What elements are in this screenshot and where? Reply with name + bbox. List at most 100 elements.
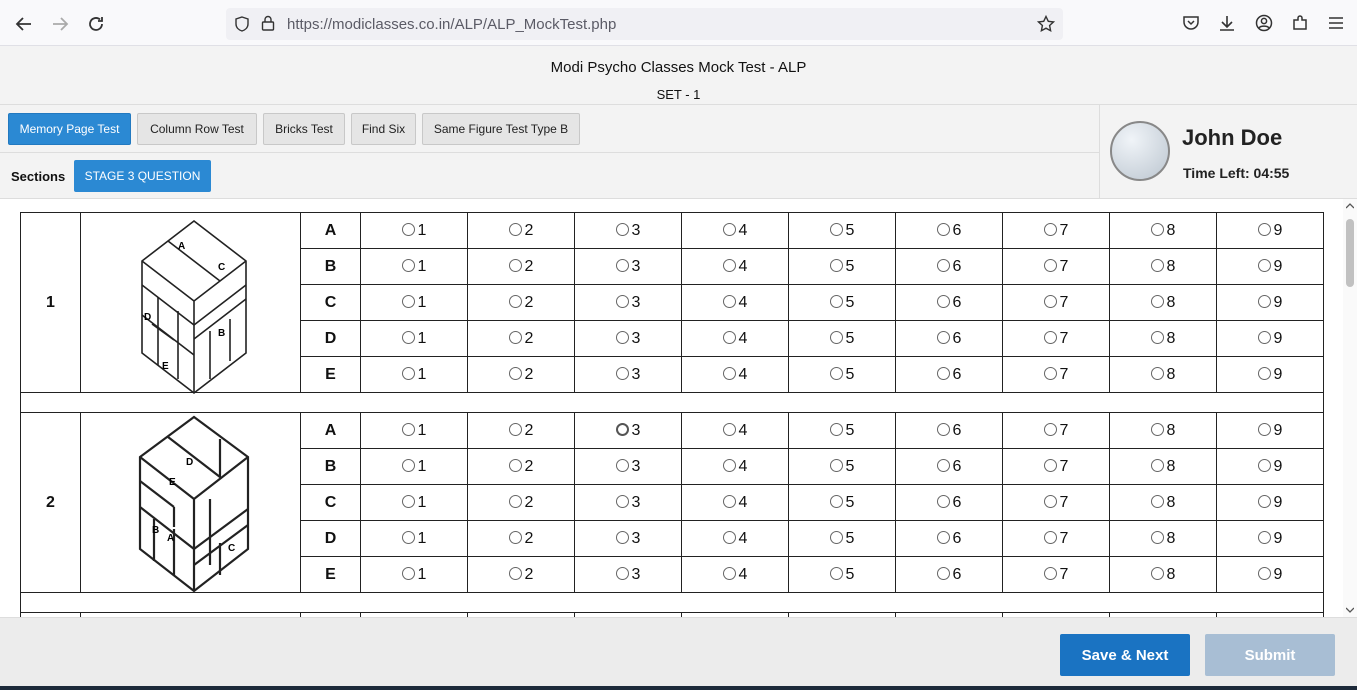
radio-option[interactable] <box>1043 458 1057 472</box>
radio-option[interactable] <box>615 422 629 436</box>
radio-option[interactable] <box>401 258 415 272</box>
save-next-button[interactable]: Save & Next <box>1060 634 1190 676</box>
radio-option[interactable] <box>1150 422 1164 436</box>
url-text[interactable]: https://modiclasses.co.in/ALP/ALP_MockTe… <box>287 16 616 33</box>
radio-option[interactable] <box>1043 258 1057 272</box>
radio-option[interactable] <box>722 330 736 344</box>
radio-option[interactable] <box>401 366 415 380</box>
radio-option[interactable] <box>1150 566 1164 580</box>
radio-option[interactable] <box>1150 530 1164 544</box>
radio-option[interactable] <box>829 294 843 308</box>
radio-option[interactable] <box>508 222 522 236</box>
radio-option[interactable] <box>615 366 629 380</box>
reload-icon[interactable] <box>84 12 108 36</box>
radio-option[interactable] <box>1150 294 1164 308</box>
radio-option[interactable] <box>936 222 950 236</box>
radio-option[interactable] <box>1257 458 1271 472</box>
back-icon[interactable] <box>12 12 36 36</box>
lock-icon[interactable] <box>261 15 275 36</box>
radio-option[interactable] <box>936 566 950 580</box>
address-bar[interactable]: https://modiclasses.co.in/ALP/ALP_MockTe… <box>226 8 1063 40</box>
radio-option[interactable] <box>1150 258 1164 272</box>
radio-option[interactable] <box>829 530 843 544</box>
radio-option[interactable] <box>1043 566 1057 580</box>
radio-option[interactable] <box>829 494 843 508</box>
radio-option[interactable] <box>1257 422 1271 436</box>
radio-option[interactable] <box>401 494 415 508</box>
radio-option[interactable] <box>1043 222 1057 236</box>
radio-option[interactable] <box>936 422 950 436</box>
tab-find-six[interactable]: Find Six <box>351 113 416 145</box>
radio-option[interactable] <box>936 530 950 544</box>
radio-option[interactable] <box>722 566 736 580</box>
radio-option[interactable] <box>401 566 415 580</box>
radio-option[interactable] <box>829 566 843 580</box>
radio-option[interactable] <box>1150 366 1164 380</box>
radio-option[interactable] <box>615 222 629 236</box>
radio-option[interactable] <box>615 566 629 580</box>
radio-option[interactable] <box>1043 330 1057 344</box>
radio-option[interactable] <box>1043 294 1057 308</box>
radio-option[interactable] <box>1257 366 1271 380</box>
radio-option[interactable] <box>508 258 522 272</box>
radio-option[interactable] <box>1257 222 1271 236</box>
radio-option[interactable] <box>1257 566 1271 580</box>
radio-option[interactable] <box>936 366 950 380</box>
radio-option[interactable] <box>401 330 415 344</box>
radio-option[interactable] <box>508 330 522 344</box>
radio-option[interactable] <box>401 294 415 308</box>
radio-option[interactable] <box>1043 366 1057 380</box>
radio-option[interactable] <box>829 330 843 344</box>
radio-option[interactable] <box>1257 494 1271 508</box>
radio-option[interactable] <box>1257 330 1271 344</box>
radio-option[interactable] <box>722 494 736 508</box>
star-icon[interactable] <box>1036 14 1056 38</box>
radio-option[interactable] <box>508 566 522 580</box>
radio-option[interactable] <box>1150 494 1164 508</box>
radio-option[interactable] <box>1150 458 1164 472</box>
radio-option[interactable] <box>722 258 736 272</box>
radio-option[interactable] <box>508 366 522 380</box>
radio-option[interactable] <box>829 422 843 436</box>
radio-option[interactable] <box>936 494 950 508</box>
account-icon[interactable] <box>1253 12 1275 34</box>
forward-icon[interactable] <box>48 12 72 36</box>
submit-button[interactable]: Submit <box>1205 634 1335 676</box>
radio-option[interactable] <box>1043 530 1057 544</box>
radio-option[interactable] <box>829 366 843 380</box>
pocket-icon[interactable] <box>1180 12 1202 34</box>
radio-option[interactable] <box>1150 330 1164 344</box>
radio-option[interactable] <box>1257 294 1271 308</box>
radio-option[interactable] <box>615 530 629 544</box>
radio-option[interactable] <box>829 258 843 272</box>
radio-option[interactable] <box>615 330 629 344</box>
radio-option[interactable] <box>722 366 736 380</box>
scroll-down-icon[interactable] <box>1346 607 1354 613</box>
radio-option[interactable] <box>936 458 950 472</box>
extensions-icon[interactable] <box>1289 12 1311 34</box>
stage-3-question-button[interactable]: STAGE 3 QUESTION <box>74 160 211 192</box>
radio-option[interactable] <box>508 494 522 508</box>
radio-option[interactable] <box>1150 222 1164 236</box>
scrollbar[interactable] <box>1343 199 1357 617</box>
radio-option[interactable] <box>615 494 629 508</box>
radio-option[interactable] <box>615 294 629 308</box>
shield-icon[interactable] <box>234 16 250 37</box>
radio-option[interactable] <box>508 530 522 544</box>
radio-option[interactable] <box>615 258 629 272</box>
radio-option[interactable] <box>1257 258 1271 272</box>
scroll-up-icon[interactable] <box>1346 203 1354 209</box>
radio-option[interactable] <box>1043 422 1057 436</box>
menu-icon[interactable] <box>1325 12 1347 34</box>
radio-option[interactable] <box>508 294 522 308</box>
radio-option[interactable] <box>401 530 415 544</box>
radio-option[interactable] <box>722 422 736 436</box>
radio-option[interactable] <box>508 458 522 472</box>
radio-option[interactable] <box>722 530 736 544</box>
radio-option[interactable] <box>829 458 843 472</box>
radio-option[interactable] <box>936 258 950 272</box>
radio-option[interactable] <box>401 422 415 436</box>
radio-option[interactable] <box>1257 530 1271 544</box>
radio-option[interactable] <box>508 422 522 436</box>
tab-bricks-test[interactable]: Bricks Test <box>263 113 345 145</box>
